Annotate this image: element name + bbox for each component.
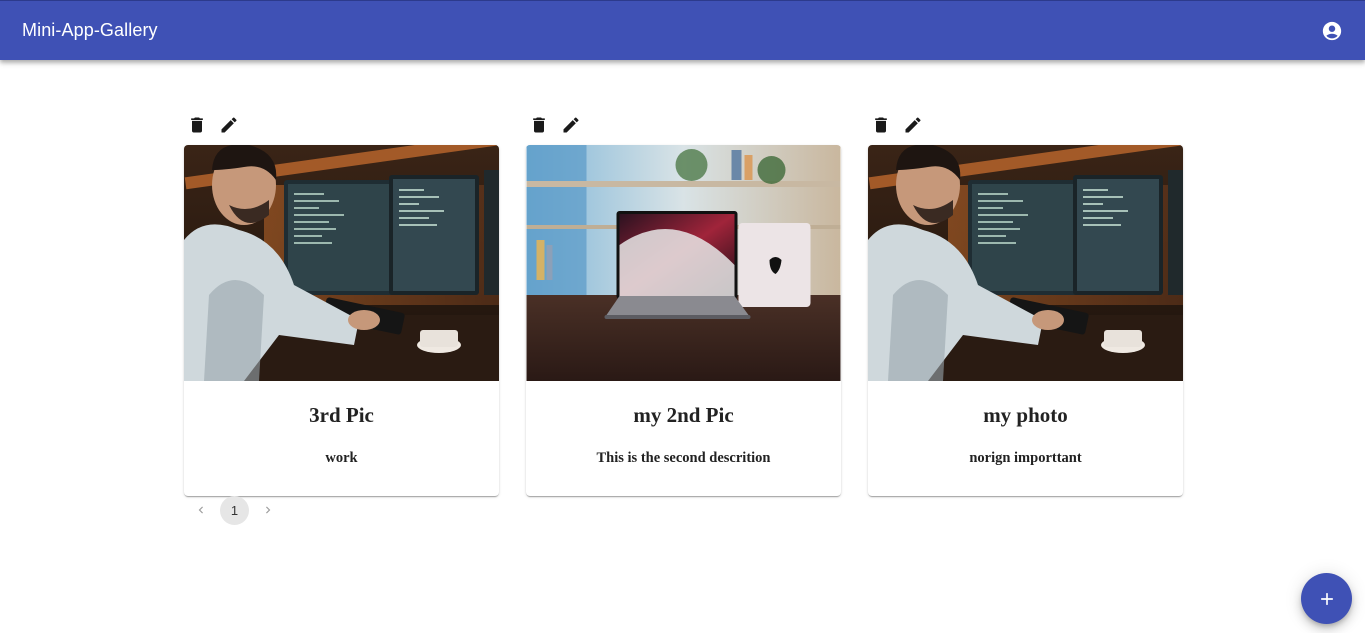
pagination: 1 — [186, 495, 283, 525]
chevron-left-icon — [198, 506, 203, 514]
laptop-on-desk-photo — [526, 145, 841, 381]
card-actions — [868, 112, 1183, 138]
card-description: work — [325, 450, 358, 466]
card-title: 3rd Pic — [309, 403, 374, 427]
card-description: norign importtant — [969, 450, 1082, 466]
chevron-right-icon — [266, 506, 271, 514]
trash-icon — [875, 117, 887, 133]
pencil-icon — [563, 117, 579, 133]
app-bar: Mini-App-Gallery — [0, 0, 1365, 60]
delete-button[interactable] — [870, 114, 892, 136]
previous-page-button[interactable] — [186, 496, 216, 524]
trash-icon — [191, 117, 203, 133]
next-page-button[interactable] — [253, 496, 283, 524]
gallery-card-column: my 2nd Pic This is the second descrition — [526, 112, 841, 496]
account-button[interactable] — [1319, 18, 1345, 44]
edit-button[interactable] — [218, 114, 240, 136]
gallery-card[interactable]: my 2nd Pic This is the second descrition — [526, 145, 841, 496]
trash-icon — [533, 117, 545, 133]
man-at-computer-photo — [868, 145, 1183, 381]
edit-button[interactable] — [902, 114, 924, 136]
pencil-icon — [905, 117, 921, 133]
edit-button[interactable] — [560, 114, 582, 136]
man-at-computer-photo — [184, 145, 499, 381]
app-title: Mini-App-Gallery — [22, 20, 158, 40]
plus-icon — [1320, 592, 1333, 605]
pencil-icon — [221, 117, 237, 133]
gallery-card-column: 3rd Pic work — [184, 112, 499, 496]
delete-button[interactable] — [528, 114, 550, 136]
card-actions — [184, 112, 499, 138]
card-title: my photo — [983, 403, 1068, 427]
card-actions — [526, 112, 841, 138]
gallery-card-column: my photo norign importtant — [868, 112, 1183, 496]
gallery-card[interactable]: my photo norign importtant — [868, 145, 1183, 496]
page-number-button[interactable]: 1 — [220, 495, 249, 525]
delete-button[interactable] — [186, 114, 208, 136]
card-description: This is the second descrition — [596, 450, 771, 466]
card-title: my 2nd Pic — [633, 403, 734, 427]
gallery-card[interactable]: 3rd Pic work — [184, 145, 499, 496]
account-circle-icon — [1322, 21, 1342, 40]
add-photo-button[interactable] — [1301, 573, 1352, 624]
